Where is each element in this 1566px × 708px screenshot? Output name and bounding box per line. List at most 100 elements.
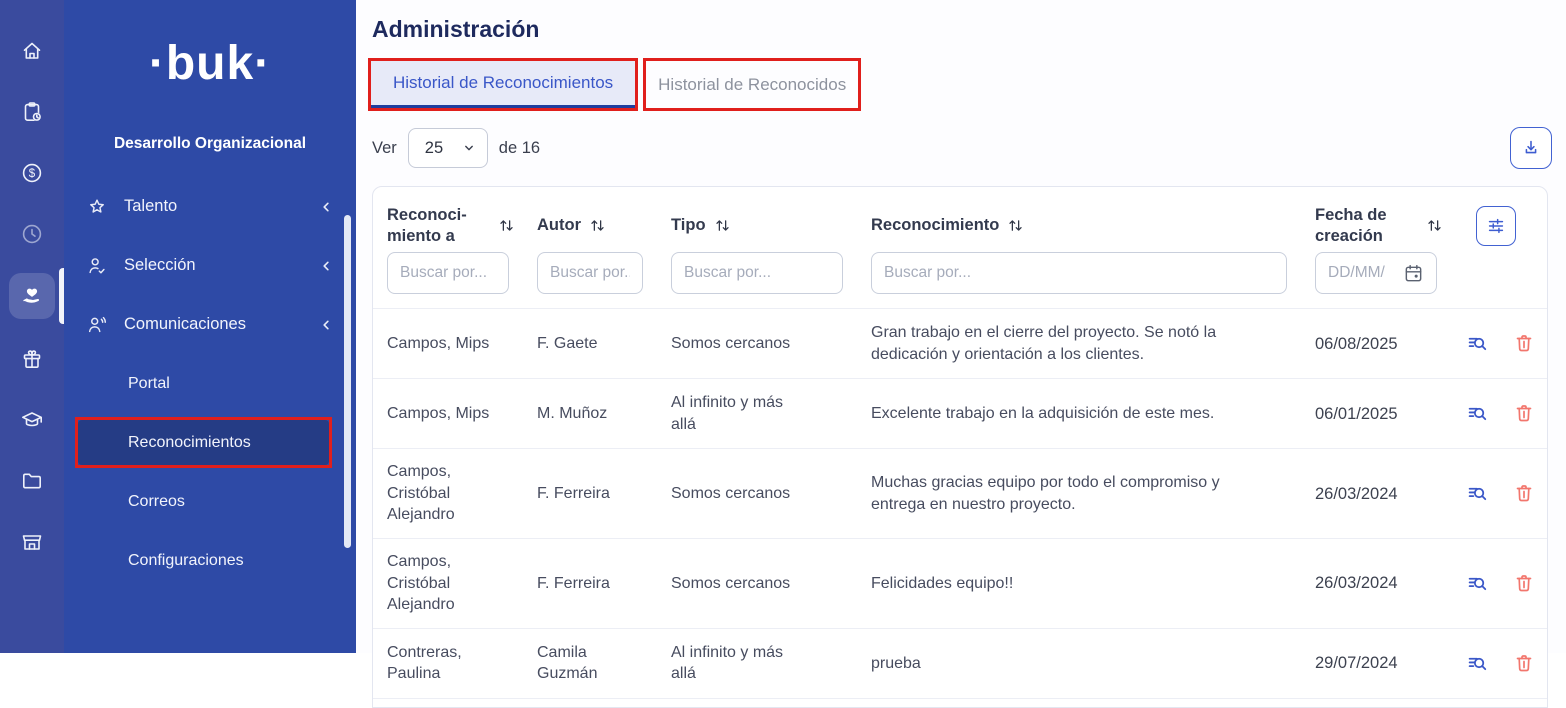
- cell-date: 26/03/2024: [1301, 560, 1451, 606]
- clipboard-clock-icon: [20, 100, 44, 124]
- cell-actions: [1451, 391, 1548, 436]
- home-icon: [20, 39, 44, 63]
- cell-date: 06/01/2025: [1301, 391, 1451, 437]
- column-header-reconocimiento-a: Reconoci-miento a: [373, 195, 523, 246]
- cell-author: F. Ferreira: [523, 561, 657, 607]
- sidebar-item-label: Portal: [128, 375, 170, 393]
- cell-recipient: Campos, Cristóbal Alejandro: [373, 449, 523, 538]
- cell-type: Somos cercanos: [657, 321, 857, 367]
- dollar-circle-icon: $: [20, 161, 44, 185]
- next-row-partial: [373, 698, 1547, 707]
- sliders-icon: [1485, 215, 1507, 237]
- column-header-reconocimiento: Reconocimiento: [857, 195, 1301, 246]
- sidebar-item-comunicaciones[interactable]: Comunicaciones: [64, 295, 356, 354]
- rail-item-time[interactable]: [0, 203, 64, 264]
- sidebar-scrollbar[interactable]: [344, 215, 351, 548]
- sidebar-item-label: Comunicaciones: [124, 315, 246, 334]
- sidebar-item-label: Talento: [124, 197, 177, 216]
- annotation-box-reconocimientos: Reconocimientos: [75, 417, 332, 468]
- delete-icon[interactable]: [1514, 573, 1534, 594]
- column-settings-button[interactable]: [1476, 206, 1516, 246]
- cell-message: Felicidades equipo!!: [857, 561, 1301, 607]
- cell-author: F. Gaete: [523, 321, 657, 367]
- chevron-left-icon: [318, 199, 334, 215]
- download-button[interactable]: [1510, 127, 1552, 169]
- sidebar-item-reconocimientos[interactable]: Reconocimientos: [78, 420, 329, 465]
- hand-heart-icon: [9, 273, 55, 319]
- cell-recipient: Campos, Cristóbal Alejandro: [373, 539, 523, 628]
- toolbar: Ver 25 de 16: [372, 127, 1548, 169]
- rail-item-recognitions[interactable]: [0, 264, 64, 328]
- sort-icon[interactable]: [498, 217, 515, 234]
- total-count-label: de 16: [499, 139, 540, 158]
- rail-item-payments[interactable]: $: [0, 142, 64, 203]
- tabs: Historial de Reconocimientos Historial d…: [368, 58, 1548, 111]
- rail-item-training[interactable]: [0, 389, 64, 450]
- filter-input-tipo[interactable]: [671, 252, 843, 294]
- cell-date: 26/03/2024: [1301, 471, 1451, 517]
- filter-input-reconocimiento-a[interactable]: [387, 252, 509, 294]
- filter-date-input[interactable]: DD/MM/: [1315, 252, 1437, 294]
- user-voice-icon: [86, 314, 110, 336]
- sidebar: ·buk· Desarrollo Organizacional Talento …: [64, 0, 356, 653]
- delete-icon[interactable]: [1514, 483, 1534, 504]
- rail-item-organization[interactable]: [0, 511, 64, 572]
- user-check-icon: [86, 255, 110, 277]
- cell-actions: [1451, 641, 1548, 686]
- page-title: Administración: [372, 16, 1548, 43]
- filter-input-autor[interactable]: [537, 252, 643, 294]
- calendar-icon: [1403, 263, 1424, 284]
- rail-item-home[interactable]: [0, 20, 64, 81]
- view-detail-icon[interactable]: [1467, 403, 1488, 424]
- filter-input-reconocimiento[interactable]: [871, 252, 1287, 294]
- sidebar-item-seleccion[interactable]: Selección: [64, 236, 356, 295]
- chevron-down-icon: [461, 140, 477, 156]
- sidebar-item-configuraciones[interactable]: Configuraciones: [64, 531, 356, 590]
- sort-icon[interactable]: [1007, 217, 1024, 234]
- rail-item-tasks[interactable]: [0, 81, 64, 142]
- gift-icon: [20, 347, 44, 371]
- icon-rail: $: [0, 0, 64, 653]
- annotation-box-tab-historial-reconocimientos: Historial de Reconocimientos: [368, 58, 638, 111]
- tab-historial-de-reconocidos[interactable]: Historial de Reconocidos: [646, 61, 858, 108]
- table-row: Contreras, Paulina Camila Guzmán Al infi…: [373, 628, 1547, 698]
- delete-icon[interactable]: [1514, 403, 1534, 424]
- page-size-value: 25: [425, 139, 443, 158]
- cell-recipient: Campos, Mips: [373, 321, 523, 367]
- cell-date: 29/07/2024: [1301, 640, 1451, 686]
- sort-icon[interactable]: [589, 217, 606, 234]
- sidebar-item-portal[interactable]: Portal: [64, 354, 356, 413]
- cell-recipient: Contreras, Paulina: [373, 630, 523, 697]
- annotation-box-tab-historial-reconocidos: Historial de Reconocidos: [643, 58, 861, 111]
- sort-icon[interactable]: [1426, 217, 1443, 234]
- view-detail-icon[interactable]: [1467, 653, 1488, 674]
- view-detail-icon[interactable]: [1467, 483, 1488, 504]
- tab-historial-de-reconocimientos[interactable]: Historial de Reconocimientos: [371, 61, 635, 108]
- view-detail-icon[interactable]: [1467, 573, 1488, 594]
- cell-author: M. Muñoz: [523, 391, 657, 437]
- cell-message: prueba: [857, 641, 1301, 687]
- column-header-tipo: Tipo: [657, 195, 857, 246]
- cell-message: Excelente trabajo en la adquisición de e…: [857, 391, 1301, 437]
- rail-item-benefits[interactable]: [0, 328, 64, 389]
- column-header-fecha-de-creacion: Fecha de creación: [1301, 195, 1451, 246]
- sort-icon[interactable]: [714, 217, 731, 234]
- cell-actions: [1451, 321, 1548, 366]
- rail-item-documents[interactable]: [0, 450, 64, 511]
- view-detail-icon[interactable]: [1467, 333, 1488, 354]
- cell-recipient: Campos, Mips: [373, 391, 523, 437]
- column-header-autor: Autor: [523, 195, 657, 246]
- table-row: Campos, Cristóbal Alejandro F. Ferreira …: [373, 448, 1547, 538]
- sidebar-item-label: Selección: [124, 256, 196, 275]
- cell-type: Al infinito y más allá: [657, 380, 857, 447]
- sidebar-item-label: Correos: [128, 493, 185, 511]
- sidebar-item-correos[interactable]: Correos: [64, 472, 356, 531]
- buk-logo: ·buk·: [64, 36, 356, 91]
- sidebar-item-label: Reconocimientos: [128, 434, 251, 452]
- sidebar-menu: Talento Selección Comunicaciones Por: [64, 177, 356, 590]
- page-size-select[interactable]: 25: [408, 128, 488, 168]
- delete-icon[interactable]: [1514, 333, 1534, 354]
- star-icon: [86, 196, 110, 218]
- delete-icon[interactable]: [1514, 653, 1534, 674]
- sidebar-item-talento[interactable]: Talento: [64, 177, 356, 236]
